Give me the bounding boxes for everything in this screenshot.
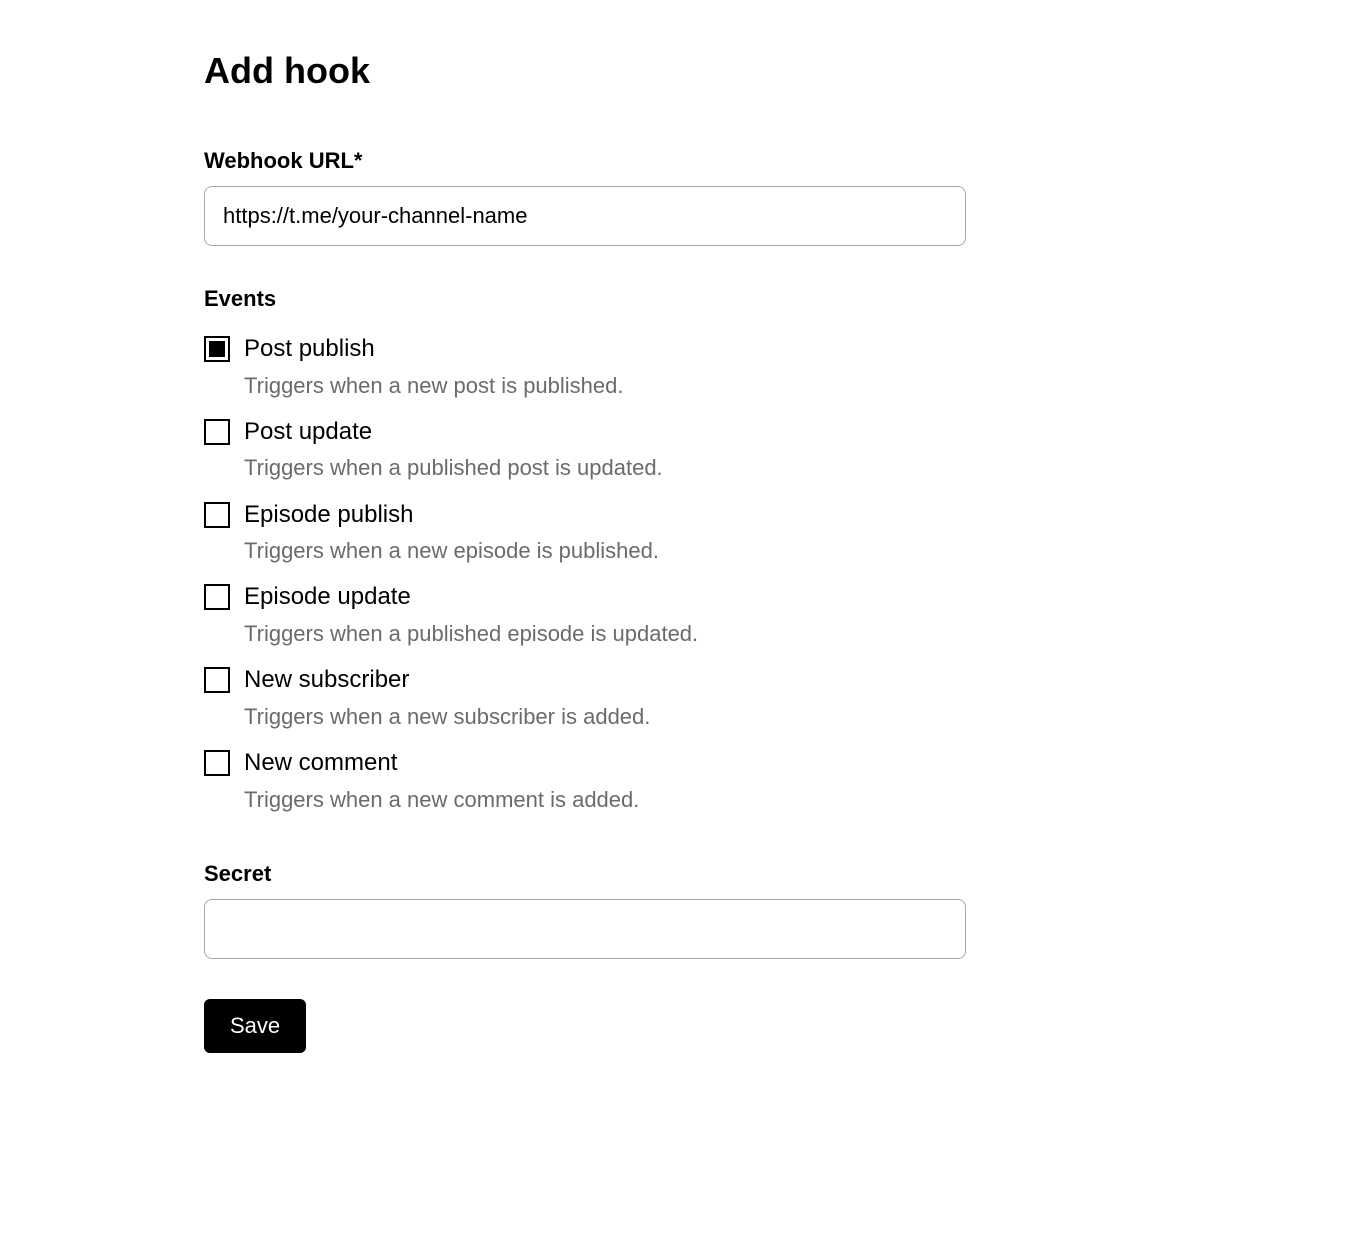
secret-label: Secret [204,861,1164,887]
event-checkbox[interactable] [204,750,230,776]
page-title: Add hook [204,50,1164,92]
event-description: Triggers when a published episode is upd… [244,616,1164,651]
event-description: Triggers when a new episode is published… [244,533,1164,568]
event-name: Post publish [244,332,1164,366]
event-checkbox[interactable] [204,502,230,528]
event-checkbox[interactable] [204,336,230,362]
event-text: New subscriberTriggers when a new subscr… [244,663,1164,734]
secret-field-group: Secret [204,861,1164,959]
event-name: Episode update [244,580,1164,614]
event-text: Post updateTriggers when a published pos… [244,415,1164,486]
save-button[interactable]: Save [204,999,306,1053]
event-text: New commentTriggers when a new comment i… [244,746,1164,817]
event-name: New subscriber [244,663,1164,697]
event-checkbox[interactable] [204,419,230,445]
add-hook-form: Add hook Webhook URL* Events Post publis… [204,50,1164,1053]
secret-input[interactable] [204,899,966,959]
event-checkbox[interactable] [204,584,230,610]
event-checkbox[interactable] [204,667,230,693]
event-description: Triggers when a published post is update… [244,450,1164,485]
event-item: New subscriberTriggers when a new subscr… [204,663,1164,734]
event-description: Triggers when a new subscriber is added. [244,699,1164,734]
event-text: Post publishTriggers when a new post is … [244,332,1164,403]
event-item: New commentTriggers when a new comment i… [204,746,1164,817]
event-item: Episode publishTriggers when a new episo… [204,498,1164,569]
event-text: Episode updateTriggers when a published … [244,580,1164,651]
event-name: New comment [244,746,1164,780]
event-item: Post publishTriggers when a new post is … [204,332,1164,403]
events-label: Events [204,286,1164,312]
event-name: Post update [244,415,1164,449]
webhook-url-input[interactable] [204,186,966,246]
event-text: Episode publishTriggers when a new episo… [244,498,1164,569]
event-item: Episode updateTriggers when a published … [204,580,1164,651]
events-section: Events Post publishTriggers when a new p… [204,286,1164,817]
event-name: Episode publish [244,498,1164,532]
events-list: Post publishTriggers when a new post is … [204,332,1164,817]
webhook-url-label: Webhook URL* [204,148,1164,174]
webhook-url-field-group: Webhook URL* [204,148,1164,246]
event-description: Triggers when a new comment is added. [244,782,1164,817]
event-description: Triggers when a new post is published. [244,368,1164,403]
event-item: Post updateTriggers when a published pos… [204,415,1164,486]
